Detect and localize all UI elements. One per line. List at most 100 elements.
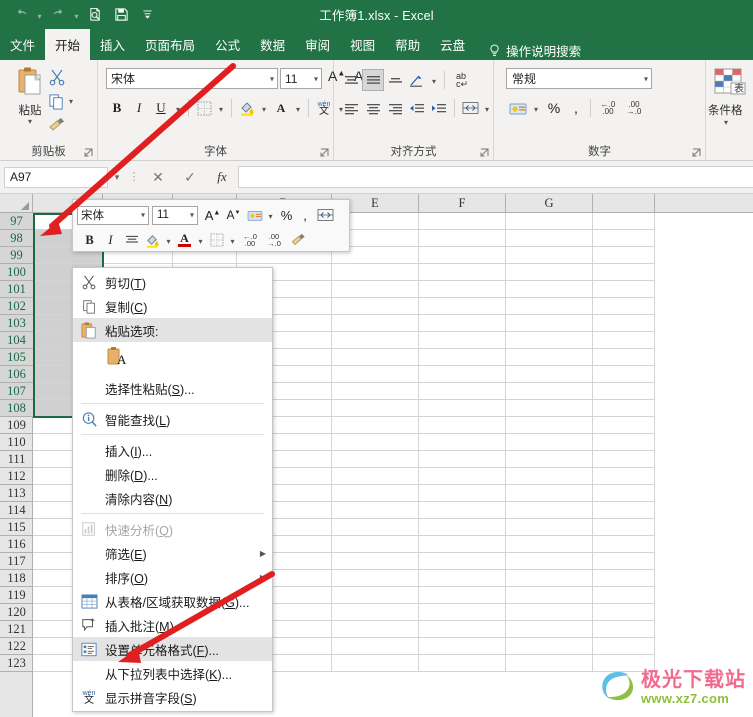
bold-button[interactable]: B — [106, 97, 128, 119]
mini-accounting-dropdown-icon[interactable]: ▾ — [265, 205, 276, 226]
grid-cell[interactable] — [332, 400, 419, 417]
format-painter-button[interactable] — [48, 114, 88, 136]
row-header[interactable]: 114 — [0, 502, 33, 519]
mini-format-painter-button[interactable] — [288, 230, 309, 251]
orientation-button[interactable] — [406, 69, 428, 91]
mini-italic-button[interactable]: I — [100, 230, 121, 251]
grid-cell[interactable] — [593, 604, 655, 621]
redo-dropdown-icon[interactable]: ▾ — [71, 3, 82, 27]
font-color-dropdown-icon[interactable]: ▾ — [292, 97, 304, 119]
grid-cell[interactable] — [593, 315, 655, 332]
mini-comma-style-button[interactable]: , — [297, 205, 313, 226]
name-box[interactable]: A97 — [4, 166, 108, 188]
mini-font-color-dropdown-icon[interactable]: ▾ — [195, 230, 206, 251]
mini-percent-style-button[interactable]: % — [276, 205, 297, 226]
mini-decrease-decimal-button[interactable]: .00 →.0 — [262, 230, 286, 251]
row-header[interactable]: 118 — [0, 570, 33, 587]
grid-cell[interactable] — [593, 298, 655, 315]
font-size-dropdown-icon[interactable]: ▾ — [314, 74, 318, 83]
grid-cell[interactable] — [506, 213, 593, 230]
confirm-entry-button[interactable]: ✓ — [174, 166, 206, 188]
tab-view[interactable]: 视图 — [340, 29, 385, 60]
mini-decrease-font-size-button[interactable]: A▼ — [223, 205, 244, 226]
grid-cell[interactable] — [593, 655, 655, 672]
row-header[interactable]: 101 — [0, 281, 33, 298]
underline-button[interactable]: U — [150, 97, 172, 119]
mini-fill-color-button[interactable] — [142, 230, 163, 251]
mini-bold-button[interactable]: B — [79, 230, 100, 251]
grid-cell[interactable] — [419, 315, 506, 332]
copy-button[interactable]: ▾ — [48, 90, 88, 112]
grid-cell[interactable] — [593, 281, 655, 298]
grid-cell[interactable] — [332, 519, 419, 536]
orientation-dropdown-icon[interactable]: ▾ — [428, 69, 440, 91]
grid-cell[interactable] — [506, 468, 593, 485]
phonetic-guide-button[interactable]: wén 文 — [313, 97, 335, 119]
grid-cell[interactable] — [506, 485, 593, 502]
grid-cell[interactable] — [506, 281, 593, 298]
select-all-corner[interactable] — [0, 194, 33, 213]
row-header[interactable]: 116 — [0, 536, 33, 553]
row-header[interactable]: 115 — [0, 519, 33, 536]
grid-cell[interactable] — [419, 638, 506, 655]
tab-cloud-disk[interactable]: 云盘 — [430, 29, 475, 60]
grid-cell[interactable] — [419, 264, 506, 281]
align-right-button[interactable] — [384, 97, 406, 119]
grid-cell[interactable] — [419, 434, 506, 451]
align-center-button[interactable] — [362, 97, 384, 119]
column-header-f[interactable]: F — [419, 194, 506, 213]
context-menu-item[interactable]: 插入(I)... — [73, 438, 272, 462]
row-header[interactable]: 98 — [0, 230, 33, 247]
row-header[interactable]: 108 — [0, 400, 33, 417]
grid-cell[interactable] — [506, 604, 593, 621]
grid-cell[interactable] — [332, 638, 419, 655]
context-menu-item[interactable]: wén 文显示拼音字段(S) — [73, 685, 272, 709]
grid-cell[interactable] — [419, 468, 506, 485]
undo-icon[interactable] — [8, 3, 34, 27]
font-name-combobox[interactable]: 宋体 ▾ — [106, 68, 278, 89]
grid-cell[interactable] — [593, 400, 655, 417]
number-dialog-launcher-icon[interactable] — [692, 148, 702, 158]
context-menu-item[interactable]: 排序(O) ▶ — [73, 565, 272, 589]
mini-borders-dropdown-icon[interactable]: ▾ — [227, 230, 238, 251]
grid-cell[interactable] — [593, 417, 655, 434]
grid-cell[interactable] — [332, 553, 419, 570]
mini-align-center-button[interactable] — [121, 230, 142, 251]
grid-cell[interactable] — [506, 502, 593, 519]
context-menu-item[interactable]: 粘贴选项: — [73, 318, 272, 342]
conditional-formatting-button[interactable]: 表 — [714, 68, 746, 101]
row-header[interactable]: 113 — [0, 485, 33, 502]
grid-cell[interactable] — [419, 587, 506, 604]
grid-cell[interactable] — [506, 621, 593, 638]
row-header[interactable]: 119 — [0, 587, 33, 604]
row-header[interactable]: 120 — [0, 604, 33, 621]
grid-cell[interactable] — [593, 570, 655, 587]
customize-qat-icon[interactable] — [134, 3, 160, 27]
mini-font-color-button[interactable]: A — [174, 230, 195, 251]
grid-cell[interactable] — [593, 247, 655, 264]
fill-color-button[interactable] — [236, 97, 258, 119]
grid-cell[interactable] — [593, 587, 655, 604]
grid-cell[interactable] — [332, 366, 419, 383]
font-dialog-launcher-icon[interactable] — [320, 148, 330, 158]
grid-cell[interactable] — [419, 400, 506, 417]
grid-cell[interactable] — [506, 553, 593, 570]
grid-cell[interactable] — [419, 451, 506, 468]
context-menu-item[interactable]: 智能查找(L) — [73, 407, 272, 431]
grid-cell[interactable] — [506, 570, 593, 587]
grid-cell[interactable] — [593, 485, 655, 502]
grid-cell[interactable] — [593, 349, 655, 366]
grid-cell[interactable] — [506, 587, 593, 604]
row-header[interactable]: 122 — [0, 638, 33, 655]
grid-cell[interactable] — [506, 655, 593, 672]
grid-cell[interactable] — [332, 536, 419, 553]
print-preview-icon[interactable] — [82, 3, 108, 27]
grid-cell[interactable] — [593, 553, 655, 570]
row-header[interactable]: 103 — [0, 315, 33, 332]
grid-cell[interactable] — [506, 298, 593, 315]
decrease-decimal-button[interactable]: .00 →.0 — [621, 97, 647, 119]
row-header[interactable]: 109 — [0, 417, 33, 434]
font-color-button[interactable]: A — [270, 97, 292, 119]
grid-cell[interactable] — [593, 536, 655, 553]
grid-cell[interactable] — [506, 332, 593, 349]
